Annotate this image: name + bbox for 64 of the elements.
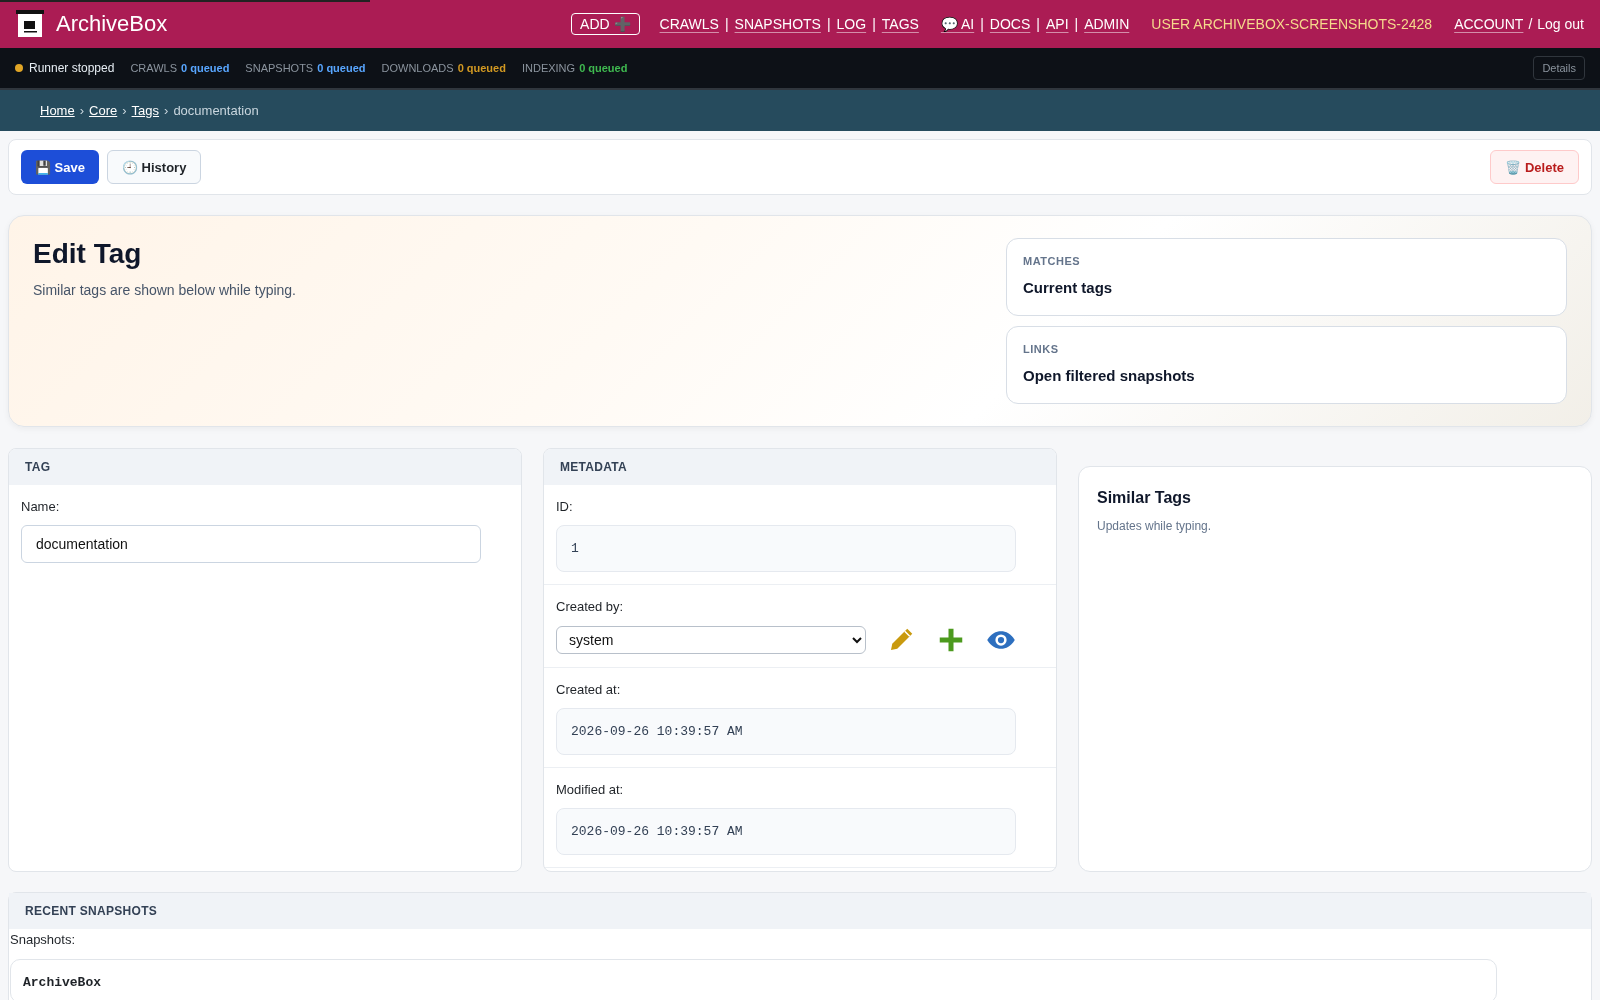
queue-count: 0 queued — [181, 62, 230, 74]
delete-button[interactable]: 🗑 Delete — [1490, 150, 1579, 184]
nav-separator: | — [826, 16, 831, 32]
breadcrumb-link[interactable]: Core — [89, 103, 118, 118]
field-label: ID: — [556, 499, 574, 514]
runner-status: Runner stopped — [29, 61, 115, 75]
nav-separator: | — [724, 16, 729, 32]
queue-label: CRAWLS — [130, 62, 178, 74]
card-subtitle: Updates while typing. — [1097, 519, 1213, 533]
breadcrumb-link[interactable]: Tags — [131, 103, 160, 118]
name-field[interactable]: documentation — [21, 525, 481, 563]
breadcrumb-link[interactable]: Home — [40, 103, 75, 118]
nav-link[interactable]: CRAWLS — [659, 16, 719, 32]
page-subtitle: Similar tags are shown below while typing. — [33, 282, 297, 298]
nav-separator: | — [872, 16, 876, 32]
username: USER ARCHIVEBOX-SCREENSHOTS-2428 — [1151, 16, 1433, 32]
nav-separator: | — [1036, 16, 1040, 32]
nav-separator: | — [1074, 16, 1079, 32]
details-button[interactable]: Details — [1533, 56, 1585, 80]
readonly-field: 1 — [556, 525, 1016, 572]
queue-count: 0 queued — [457, 62, 506, 74]
queue-count: 0 queued — [579, 62, 628, 74]
card-link[interactable]: Current tags — [1023, 279, 1113, 296]
breadcrumb-current: documentation — [173, 103, 259, 118]
queue-label: INDEXING — [521, 62, 576, 74]
nav-link[interactable]: 💬 AI — [940, 16, 975, 32]
field-label: Created at: — [556, 682, 622, 697]
readonly-field: 2026-09-26 10:39:57 AM — [556, 808, 1016, 855]
breadcrumb-separator: › — [164, 103, 169, 118]
panel-heading: TAG — [9, 449, 521, 485]
add-button[interactable]: ADD ➕ — [571, 13, 640, 35]
nav-link[interactable]: TAGS — [881, 16, 919, 32]
queue-label: SNAPSHOTS — [245, 62, 314, 74]
nav-link[interactable]: SNAPSHOTS — [734, 16, 821, 32]
page-title: Edit Tag — [33, 238, 143, 270]
panel-heading: RECENT SNAPSHOTS — [9, 893, 1591, 929]
card-label: MATCHES — [1023, 255, 1082, 267]
nav-link[interactable]: LOG — [836, 16, 867, 32]
logo-icon[interactable] — [16, 10, 44, 38]
nav-separator: / — [1528, 16, 1533, 32]
card-title: Similar Tags — [1097, 489, 1192, 507]
field-label: Created by: — [556, 599, 625, 614]
breadcrumb-separator: › — [79, 103, 85, 118]
card-label: LINKS — [1023, 343, 1060, 355]
app-title[interactable]: ArchiveBox — [56, 11, 168, 37]
snapshot-title: ArchiveBox — [23, 975, 101, 990]
field-label: Snapshots: — [9, 931, 77, 947]
logout-link[interactable]: Log out — [1537, 16, 1584, 32]
nav-link[interactable]: DOCS — [989, 16, 1031, 32]
card-link[interactable]: Open filtered snapshots — [1023, 367, 1195, 384]
queue-count: 0 queued — [317, 62, 366, 74]
account-link[interactable]: ACCOUNT — [1454, 16, 1524, 32]
nav-link[interactable]: ADMIN — [1084, 16, 1130, 32]
readonly-field: 2026-09-26 10:39:57 AM — [556, 708, 1016, 755]
panel-heading: METADATA — [544, 449, 1056, 485]
nav-link[interactable]: API — [1045, 16, 1069, 32]
user-select[interactable]: system — [556, 626, 866, 654]
save-button[interactable]: 💾 Save — [21, 150, 99, 184]
field-label: Name: — [21, 499, 61, 514]
breadcrumb-separator: › — [122, 103, 127, 118]
nav-separator: | — [980, 16, 984, 32]
queue-label: DOWNLOADS — [381, 62, 454, 74]
history-button[interactable]: 🕘 History — [107, 150, 202, 184]
field-label: Modified at: — [556, 782, 625, 797]
